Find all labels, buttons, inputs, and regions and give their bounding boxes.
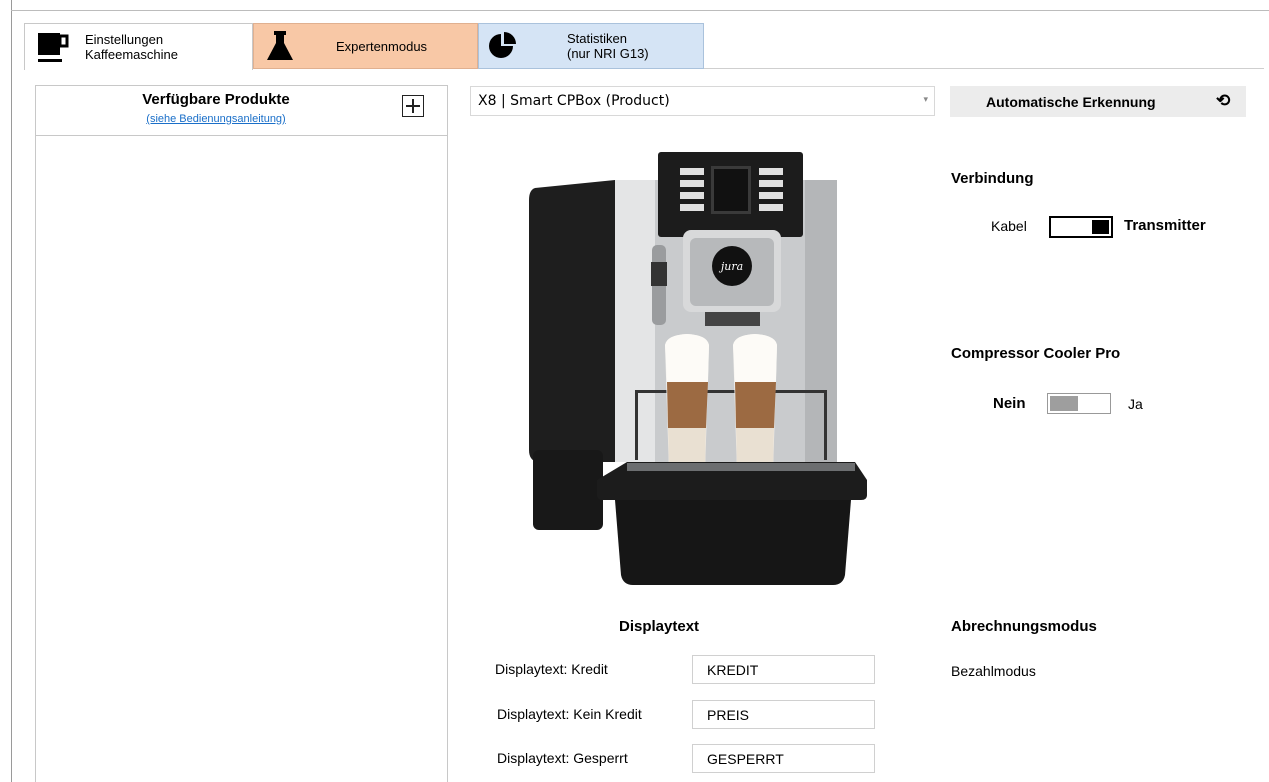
flask-icon [260,26,300,66]
tab-label: Einstellungen Kaffeemaschine [85,32,178,62]
connection-left-label: Kabel [991,218,1027,234]
machine-select-value: X8 | Smart CPBox (Product) [478,93,670,109]
coffee-machine-image: jura [529,152,867,585]
connection-title: Verbindung [951,170,1034,187]
app-window: Einstellungen Kaffeemaschine Expertenmod… [0,0,1269,782]
displaytext-kredit-label: Displaytext: Kredit [495,661,608,677]
cooler-toggle[interactable] [1047,393,1111,414]
plus-icon [406,99,420,113]
displaytext-kein-kredit-label: Displaytext: Kein Kredit [497,706,642,722]
input-value: GESPERRT [707,750,784,767]
displaytext-gesperrt-input[interactable]: GESPERRT [692,744,875,773]
input-value: PREIS [707,706,750,723]
refresh-icon: ⟲ [1216,91,1231,110]
machine-select[interactable]: X8 | Smart CPBox (Product) ▾ [470,86,935,116]
svg-text:jura: jura [718,260,743,273]
window-border-top [11,10,1269,11]
tab-statistiken[interactable]: Statistiken (nur NRI G13) [478,23,704,69]
products-title: Verfügbare Produkte [142,91,290,108]
billing-mode[interactable]: Bezahlmodus [951,663,1036,679]
displaytext-kein-kredit-input[interactable]: PREIS [692,700,875,729]
add-product-button[interactable] [402,95,424,117]
cooler-right-label: Ja [1128,396,1143,412]
billing-title: Abrechnungsmodus [951,618,1097,635]
coffee-cup-icon [33,27,73,67]
cooler-left-label: Nein [993,395,1026,412]
tab-settings[interactable]: Einstellungen Kaffeemaschine [24,23,253,70]
displaytext-gesperrt-label: Displaytext: Gesperrt [497,750,628,766]
connection-toggle[interactable] [1049,216,1113,238]
tab-expertenmodus[interactable]: Expertenmodus [253,23,478,69]
tab-label: Expertenmodus [336,38,428,54]
pie-chart-icon [483,26,523,66]
chevron-down-icon: ▾ [923,95,928,105]
products-panel: Verfügbare Produkte (siehe Bedienungsanl… [35,85,448,782]
window-border [11,0,12,782]
toggle-knob [1092,220,1109,234]
products-header: Verfügbare Produkte (siehe Bedienungsanl… [36,86,447,136]
toggle-knob [1050,396,1078,411]
cooler-title: Compressor Cooler Pro [951,345,1121,362]
auto-detect-button[interactable]: Automatische Erkennung ⟲ [950,86,1246,117]
connection-right-label: Transmitter [1124,217,1206,234]
manual-link[interactable]: (siehe Bedienungsanleitung) [36,113,396,125]
displaytext-title: Displaytext [619,618,700,635]
auto-detect-label: Automatische Erkennung [986,94,1156,110]
tab-label: Statistiken (nur NRI G13) [567,31,649,61]
tab-bar: Einstellungen Kaffeemaschine Expertenmod… [24,23,1264,70]
displaytext-kredit-input[interactable]: KREDIT [692,655,875,684]
input-value: KREDIT [707,661,759,678]
